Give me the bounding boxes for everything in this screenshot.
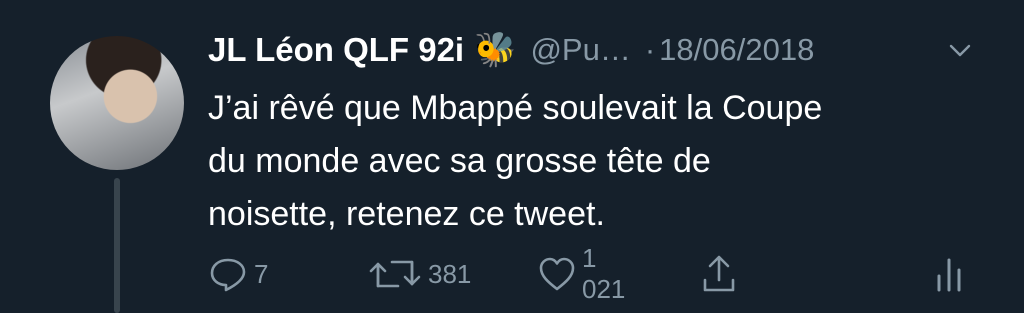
tweet-text: J’ai rêvé que Mbappé soulevait la Coupe …: [208, 89, 823, 233]
like-icon: [538, 256, 576, 292]
tweet-date[interactable]: 18/06/2018: [659, 32, 814, 68]
bee-emoji: 🐝: [474, 31, 517, 69]
retweet-count: 381: [428, 258, 472, 289]
like-button[interactable]: 1 021: [538, 243, 625, 304]
handle[interactable]: @Pu…: [530, 32, 630, 68]
tweet[interactable]: JL Léon QLF 92i 🐝 @Pu… · 18/06/2018 J’ai…: [0, 0, 1024, 313]
avatar[interactable]: [50, 36, 184, 170]
reply-icon: [208, 256, 248, 292]
separator-dot: ·: [644, 32, 656, 67]
share-icon: [702, 254, 736, 294]
like-count: 1 021: [582, 243, 626, 304]
share-button[interactable]: [702, 252, 736, 296]
analytics-icon: [934, 254, 964, 294]
display-name[interactable]: JL Léon QLF 92i: [208, 31, 464, 69]
thread-line: [114, 178, 120, 313]
chevron-down-icon[interactable]: [948, 38, 972, 62]
tweet-header: JL Léon QLF 92i 🐝 @Pu… · 18/06/2018: [208, 24, 814, 76]
analytics-button[interactable]: [934, 252, 964, 296]
retweet-icon: [368, 256, 422, 292]
reply-count: 7: [254, 258, 269, 289]
reply-button[interactable]: 7: [208, 252, 268, 296]
retweet-button[interactable]: 381: [368, 252, 471, 296]
